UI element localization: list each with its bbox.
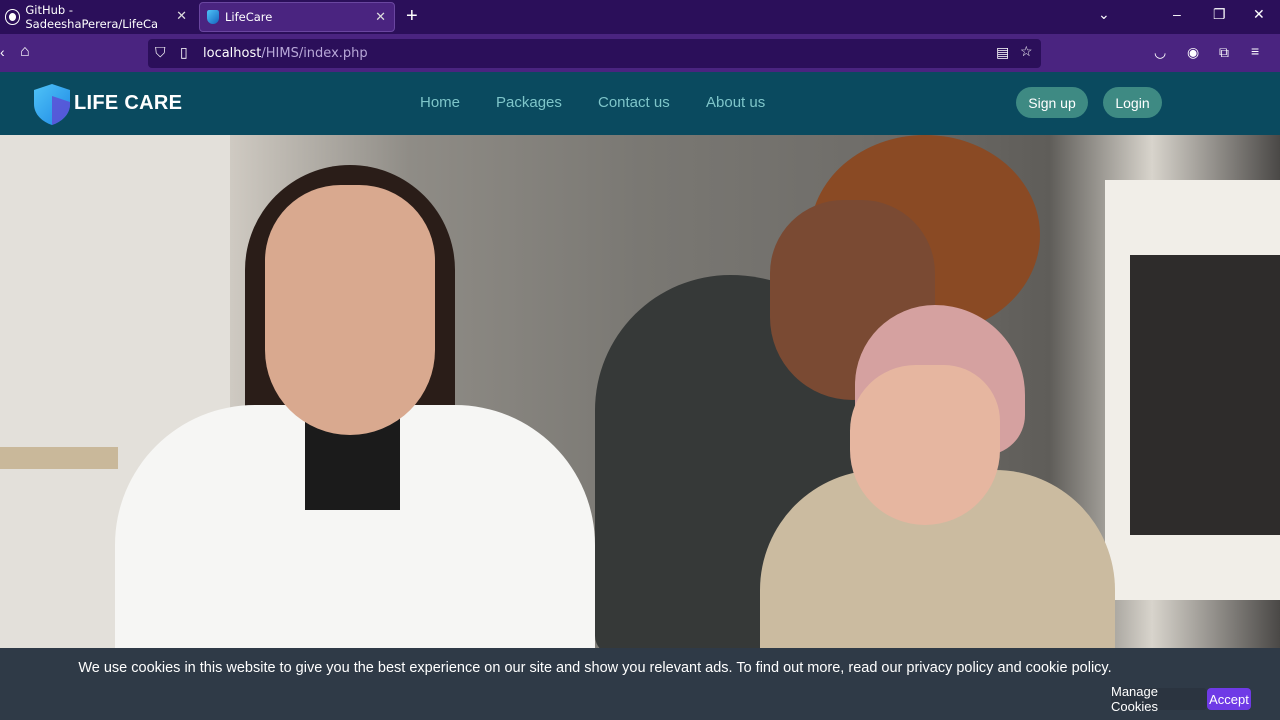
- hero-shelf: [0, 447, 118, 469]
- tab-github[interactable]: GitHub - SadeeshaPerera/LifeCa ✕: [0, 2, 195, 32]
- browser-tab-strip: GitHub - SadeeshaPerera/LifeCa ✕ LifeCar…: [0, 0, 1280, 34]
- tab-title: LifeCare: [225, 10, 273, 24]
- sidebar-icon[interactable]: ‹: [0, 44, 5, 60]
- url-text: localhost/HIMS/index.php: [203, 46, 368, 61]
- close-tab-icon[interactable]: ✕: [176, 9, 187, 24]
- login-button[interactable]: Login: [1103, 87, 1162, 118]
- nav-home[interactable]: Home: [420, 94, 460, 111]
- github-icon: [6, 10, 20, 24]
- tracking-shield-icon[interactable]: ⛉: [155, 44, 166, 61]
- cookie-message: We use cookies in this website to give y…: [78, 660, 1112, 676]
- nav-about-us[interactable]: About us: [706, 94, 765, 111]
- nav-contact-us[interactable]: Contact us: [598, 94, 670, 111]
- brand-name[interactable]: LIFE CARE: [74, 92, 182, 115]
- page-icon: ▯: [180, 44, 188, 60]
- new-tab-icon[interactable]: +: [406, 5, 418, 28]
- address-bar[interactable]: ⛉ ▯ localhost/HIMS/index.php ▤ ☆: [148, 39, 1041, 68]
- browser-toolbar: ‹ ⌂ ⛉ ▯ localhost/HIMS/index.php ▤ ☆ ◡ ◉…: [0, 34, 1280, 72]
- pocket-icon[interactable]: ◡: [1154, 44, 1166, 61]
- accept-cookies-button[interactable]: Accept: [1207, 688, 1251, 710]
- close-window-icon[interactable]: ✕: [1253, 6, 1265, 23]
- minimize-icon[interactable]: –: [1173, 6, 1181, 22]
- hero-image: [0, 135, 1280, 648]
- hero-picture-frame: [1105, 180, 1280, 600]
- shield-logo-icon[interactable]: [31, 82, 73, 126]
- restore-icon[interactable]: ❐: [1213, 6, 1226, 23]
- account-icon[interactable]: ◉: [1187, 44, 1199, 61]
- bookmark-star-icon[interactable]: ☆: [1020, 43, 1033, 60]
- manage-cookies-button[interactable]: Manage Cookies: [1111, 684, 1207, 714]
- home-icon[interactable]: ⌂: [20, 43, 30, 61]
- reader-view-icon[interactable]: ▤: [996, 44, 1009, 61]
- lifecare-shield-icon: [207, 10, 219, 24]
- hero-doctor-face: [265, 185, 435, 435]
- tab-lifecare[interactable]: LifeCare ✕: [199, 2, 395, 32]
- nav-packages[interactable]: Packages: [496, 94, 562, 111]
- cookie-banner: We use cookies in this website to give y…: [0, 648, 1280, 720]
- site-header: LIFE CARE Home Packages Contact us About…: [0, 72, 1280, 135]
- list-tabs-icon[interactable]: ⌄: [1098, 6, 1110, 23]
- close-tab-icon[interactable]: ✕: [375, 10, 386, 25]
- extensions-icon[interactable]: ⧉: [1219, 44, 1229, 61]
- signup-button[interactable]: Sign up: [1016, 87, 1088, 118]
- menu-icon[interactable]: ≡: [1251, 43, 1259, 59]
- tab-title: GitHub - SadeeshaPerera/LifeCa: [25, 3, 159, 31]
- hero-patient-face: [850, 365, 1000, 525]
